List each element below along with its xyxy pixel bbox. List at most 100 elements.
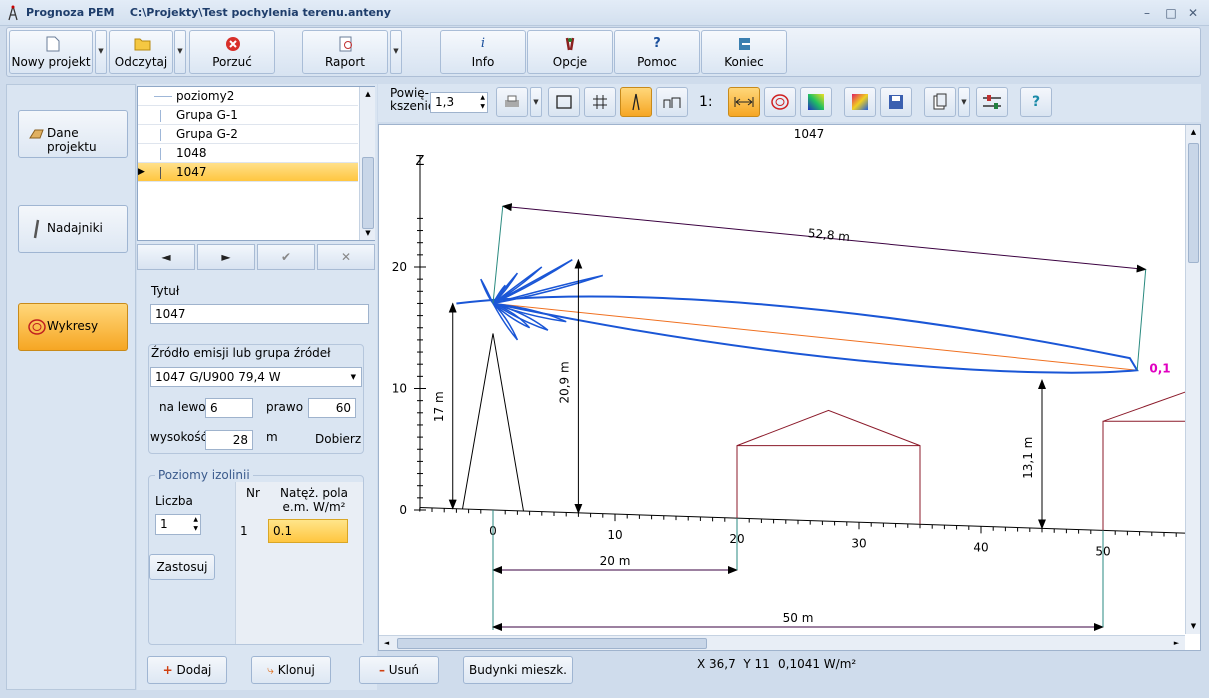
report-icon (339, 36, 352, 52)
dimension-label-20: 20 m (600, 554, 631, 568)
next-record-button[interactable]: ► (197, 244, 255, 270)
settings-button[interactable] (976, 87, 1008, 117)
x-tick-label: 30 (851, 536, 866, 550)
fit-button[interactable]: Dobierz (315, 432, 361, 446)
file-path: C:\Projekty\Test pochylenia terenu.anten… (129, 6, 391, 19)
scroll-up-icon[interactable]: ▲ (1186, 125, 1201, 140)
left-input[interactable]: 6 (205, 398, 253, 418)
copy-button[interactable] (924, 87, 956, 117)
zoom-spinner[interactable]: 1,3 ▲ ▼ (430, 92, 488, 113)
count-spinner[interactable]: 1 ▲ ▼ (155, 514, 201, 535)
info-button[interactable]: i Info (440, 30, 526, 74)
tools-icon (983, 95, 1001, 109)
spin-arrows-icon[interactable]: ▲ ▼ (193, 515, 198, 533)
scale-label[interactable]: 1: (699, 94, 713, 110)
color-map-button[interactable] (800, 87, 832, 117)
residential-buildings-button[interactable]: Budynki mieszk. (463, 656, 573, 684)
source-label: Źródło emisji lub grupa źródeł (151, 346, 331, 360)
scroll-left-icon[interactable]: ◄ (379, 636, 394, 651)
spin-arrows-icon[interactable]: ▲ ▼ (480, 93, 485, 111)
grid-button[interactable] (584, 87, 616, 117)
dimension-label-13-1: 13,1 m (1021, 437, 1035, 479)
maximize-button[interactable]: □ (1160, 4, 1182, 22)
delete-button[interactable]: – Usuń (359, 656, 439, 684)
source-select[interactable]: 1047 G/U900 79,4 W ▼ (150, 367, 362, 387)
vscroll-thumb[interactable] (1188, 143, 1199, 263)
report-button[interactable]: Raport (302, 30, 388, 74)
app-name: Prognoza PEM (26, 6, 115, 19)
exit-button[interactable]: Koniec (701, 30, 787, 74)
info-icon: i (480, 36, 486, 51)
building-icon (663, 97, 681, 108)
list-item[interactable]: Grupa G-1 (138, 106, 358, 125)
discard-button[interactable]: Porzuć (189, 30, 275, 74)
clone-button[interactable]: ⤷ Klonuj (251, 656, 331, 684)
project-data-button[interactable]: Dane projektu (18, 110, 128, 158)
table-cell-nr: 1 (240, 524, 248, 538)
list-scrollbar[interactable]: ▲ ▼ (359, 87, 375, 240)
new-project-dropdown[interactable]: ▼ (95, 30, 107, 74)
plot-vscrollbar[interactable]: ▲ ▼ (1185, 125, 1200, 634)
palette-button[interactable] (844, 87, 876, 117)
list-item[interactable]: 1048 (138, 144, 358, 163)
left-nav-panel: Dane projektu Nadajniki Wykresy (6, 84, 136, 690)
hscroll-thumb[interactable] (397, 638, 707, 649)
open-button[interactable]: Odczytaj (109, 30, 173, 74)
zoom-label: Powię-kszenie (390, 86, 436, 113)
help-icon: ? (1031, 94, 1041, 110)
add-button[interactable]: + Dodaj (147, 656, 227, 684)
hand-icon (29, 129, 44, 139)
list-scroll-thumb[interactable] (362, 157, 374, 229)
chart-help-button[interactable]: ? (1020, 87, 1052, 117)
cursor-coordinates: X 36,7 Y 11 (697, 657, 770, 671)
pattern-button[interactable] (764, 87, 796, 117)
height-input[interactable]: 28 (205, 430, 253, 450)
table-cell-field[interactable]: 0.1 (268, 519, 348, 543)
tools-icon (565, 37, 575, 51)
help-button[interactable]: ? Pomoc (614, 30, 700, 74)
right-input[interactable]: 60 (308, 398, 356, 418)
isoline-value-label: 0,1 (1149, 362, 1170, 376)
plot-hscrollbar[interactable]: ◄ ► (379, 635, 1185, 650)
list-item-selected[interactable]: ▶ 1047 (138, 163, 358, 182)
x-tick-label: 40 (973, 540, 988, 554)
apply-button[interactable]: Zastosuj (149, 554, 215, 580)
folder-icon (134, 38, 151, 51)
main-toolbar: Nowy projekt ▼ Odczytaj ▼ Porzuć Raport … (6, 27, 1201, 77)
list-item[interactable]: Grupa G-2 (138, 125, 358, 144)
building-2 (1102, 390, 1189, 531)
report-dropdown[interactable]: ▼ (390, 30, 402, 74)
dimension-label-20-9: 20,9 m (558, 361, 572, 403)
title-input[interactable]: 1047 (150, 304, 369, 324)
y-tick-label: 10 (392, 382, 407, 396)
minimize-button[interactable]: – (1136, 4, 1158, 22)
cancel-record-button[interactable]: ✕ (317, 244, 375, 270)
charts-button[interactable]: Wykresy (18, 303, 128, 351)
transmitters-button[interactable]: Nadajniki (18, 205, 128, 253)
copy-dropdown[interactable]: ▼ (958, 87, 970, 117)
antenna-icon (33, 219, 40, 239)
scroll-up-icon[interactable]: ▲ (361, 87, 375, 101)
dimension-ext-line (1136, 269, 1147, 371)
minus-icon: – (378, 663, 385, 677)
main-beam-line (492, 302, 1138, 371)
list-item[interactable]: poziomy2 (138, 87, 358, 106)
confirm-record-button[interactable]: ✔ (257, 244, 315, 270)
close-window-button[interactable]: ✕ (1182, 4, 1204, 22)
scroll-right-icon[interactable]: ► (1169, 636, 1184, 651)
dimension-button[interactable] (728, 87, 760, 117)
frame-button[interactable] (548, 87, 580, 117)
new-project-button[interactable]: Nowy projekt (9, 30, 93, 74)
open-dropdown[interactable]: ▼ (174, 30, 186, 74)
tower-button[interactable] (620, 87, 652, 117)
scroll-down-icon[interactable]: ▼ (1186, 619, 1201, 634)
isolines-table: Nr Natęż. pola e.m. W/m² 1 0.1 (235, 482, 363, 644)
save-chart-button[interactable] (880, 87, 912, 117)
prev-record-button[interactable]: ◄ (137, 244, 195, 270)
buildings-button[interactable] (656, 87, 688, 117)
scroll-down-icon[interactable]: ▼ (361, 227, 375, 239)
print-dropdown[interactable]: ▼ (530, 87, 542, 117)
print-button[interactable] (496, 87, 528, 117)
cancel-icon (226, 37, 240, 51)
options-button[interactable]: Opcje (527, 30, 613, 74)
